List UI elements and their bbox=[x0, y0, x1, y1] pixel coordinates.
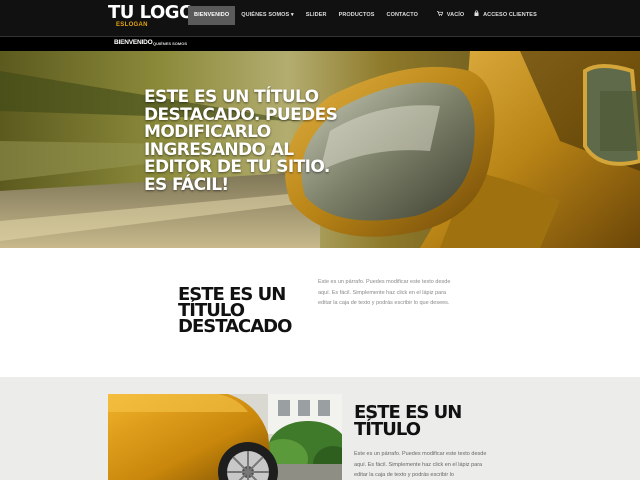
section-paragraph: Este es un párrafo. Puedes modificar est… bbox=[354, 451, 487, 478]
account-link[interactable]: ACCESO CLIENTES bbox=[469, 6, 542, 25]
nav-item-productos[interactable]: PRODUCTOS bbox=[333, 6, 381, 25]
nav-item-contacto[interactable]: CONTACTO bbox=[381, 6, 424, 25]
lock-icon bbox=[474, 10, 481, 18]
featured-paragraph: Este es un párrafo. Puedes modificar est… bbox=[318, 279, 451, 306]
sub-nav-link[interactable]: QUIÉNES SOMOS bbox=[153, 41, 187, 46]
utility-nav: VACÍO ACCESO CLIENTES bbox=[432, 6, 542, 25]
cart-link[interactable]: VACÍO bbox=[432, 6, 469, 25]
cart-label: VACÍO bbox=[446, 12, 465, 18]
featured-section: ESTE ES UN TÍTULO DESTACADO Este es un p… bbox=[0, 248, 640, 377]
yellow-car-image bbox=[108, 394, 342, 480]
main-nav: BIENVENIDO QUIÉNES SOMOS ▾ SLIDER PRODUC… bbox=[188, 6, 424, 25]
featured-title: ESTE ES UN TÍTULO DESTACADO bbox=[178, 284, 292, 337]
nav-item-bienvenido[interactable]: BIENVENIDO bbox=[188, 6, 236, 25]
top-navbar: TU LOGO ESLOGAN BIENVENIDO QUIÉNES SOMOS… bbox=[0, 0, 640, 36]
sub-nav-title[interactable]: BIENVENIDO bbox=[114, 39, 153, 46]
image-section: ESTE ES UN TÍTULO Este es un párrafo. Pu… bbox=[0, 377, 640, 480]
site-logo[interactable]: TU LOGO bbox=[108, 3, 194, 23]
account-label: ACCESO CLIENTES bbox=[483, 12, 537, 18]
sub-navbar: BIENVENIDO QUIÉNES SOMOS bbox=[0, 36, 640, 51]
hero-banner: ESTE ES UN TÍTULO DESTACADO. PUEDES MODI… bbox=[0, 51, 640, 248]
site-slogan: ESLOGAN bbox=[116, 22, 148, 28]
section-title: ESTE ES UN TÍTULO bbox=[354, 402, 462, 440]
nav-item-slider[interactable]: SLIDER bbox=[300, 6, 333, 25]
hero-title: ESTE ES UN TÍTULO DESTACADO. PUEDES MODI… bbox=[144, 87, 338, 195]
cart-icon bbox=[437, 11, 445, 18]
nav-item-quienes-somos[interactable]: QUIÉNES SOMOS ▾ bbox=[235, 6, 300, 25]
